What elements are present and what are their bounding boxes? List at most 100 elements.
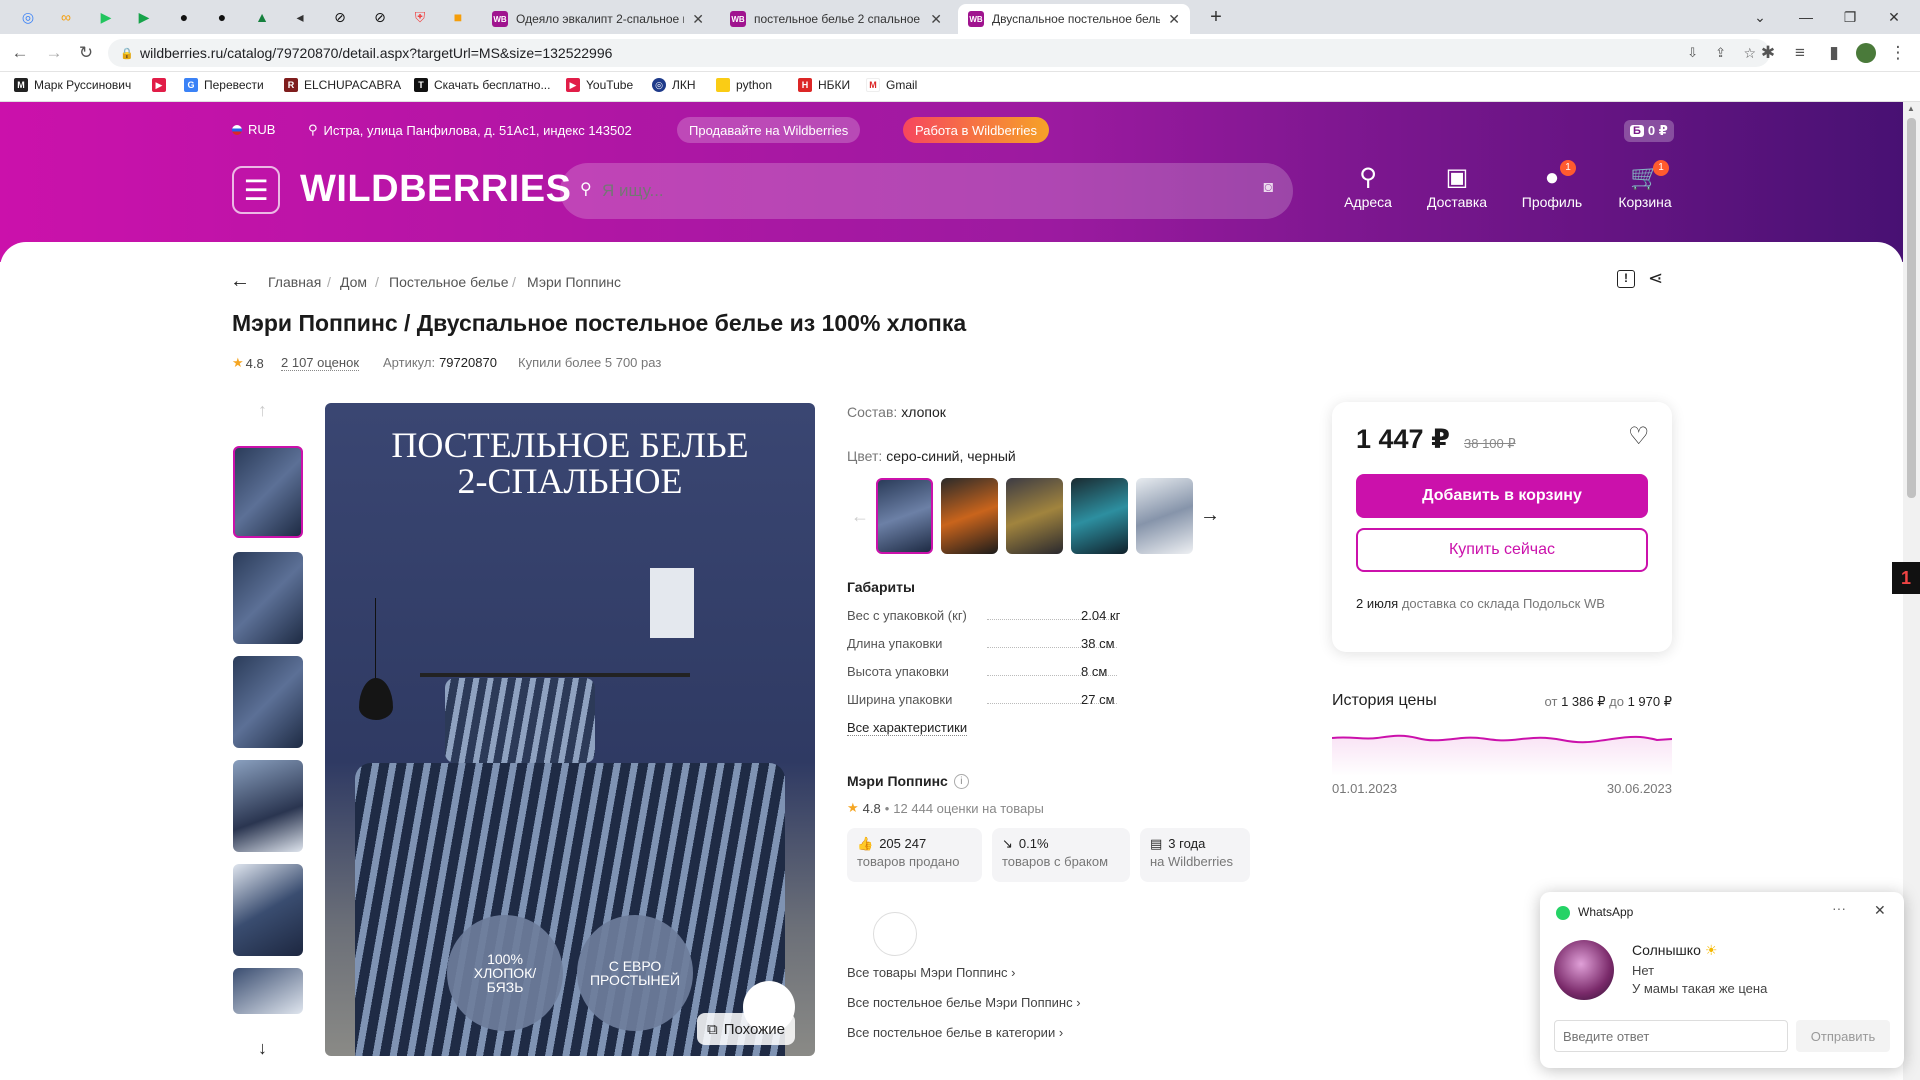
star-icon[interactable]: ☆ <box>1743 45 1756 62</box>
product-thumbnail[interactable] <box>233 760 303 852</box>
product-thumbnail[interactable] <box>233 446 303 538</box>
product-main-image[interactable]: ПОСТЕЛЬНОЕ БЕЛЬЕ 2-СПАЛЬНОЕ 100% ХЛОПОК/… <box>325 403 815 1056</box>
search-box[interactable]: ⚲ ◙ <box>560 163 1293 219</box>
nav-delivery[interactable]: ▣ Доставка <box>1417 162 1497 210</box>
maximize-icon[interactable]: ❐ <box>1836 4 1864 30</box>
back-arrow-icon[interactable]: ← <box>230 270 250 293</box>
reply-input[interactable] <box>1554 1020 1788 1052</box>
search-input[interactable] <box>602 175 1222 207</box>
thumbs-down-arrow-icon[interactable]: ↓ <box>258 1038 267 1059</box>
scroll-up-icon[interactable]: ▲ <box>1907 104 1915 113</box>
product-thumbnail[interactable] <box>233 864 303 956</box>
install-icon[interactable]: ⇩ <box>1687 45 1698 61</box>
bookmark[interactable]: python <box>716 78 772 92</box>
bookmark[interactable]: M Марк Руссинович <box>14 78 131 92</box>
bookmark[interactable]: M Gmail <box>866 78 917 92</box>
seller-link[interactable]: Все постельное белье Мэри Поппинс › <box>847 995 1081 1010</box>
pinned-tab-icon[interactable]: ∞ <box>52 4 80 30</box>
breadcrumb-item[interactable]: Дом <box>340 274 367 290</box>
browser-tab[interactable]: WB постельное белье 2 спальное б ✕ <box>720 4 952 34</box>
color-swatch[interactable] <box>876 478 933 554</box>
seller-logo[interactable] <box>873 912 917 956</box>
forward-icon[interactable]: → <box>42 41 66 65</box>
more-icon[interactable]: ··· <box>1832 900 1846 916</box>
menu-burger-button[interactable]: ☰ <box>232 166 280 214</box>
reviews-link[interactable]: 2 107 оценок <box>281 355 359 371</box>
breadcrumb-item[interactable]: Мэри Поппинс <box>527 274 621 290</box>
new-tab-icon[interactable]: + <box>1202 4 1230 30</box>
seller-link[interactable]: Все товары Мэри Поппинс › <box>847 965 1016 980</box>
breadcrumb-item[interactable]: Постельное белье <box>389 274 509 290</box>
side-widget-icon[interactable]: 1 <box>1892 562 1920 594</box>
bookmark[interactable]: ▶ <box>152 78 166 92</box>
similar-button[interactable]: ⧉ Похожие <box>697 1013 795 1045</box>
bookmark[interactable]: Н НБКИ <box>798 78 850 92</box>
close-icon[interactable]: ✕ <box>692 11 704 28</box>
bookmark[interactable]: T Скачать бесплатно... <box>414 78 550 92</box>
pinned-tab-icon[interactable]: ◎ <box>14 4 42 30</box>
close-icon[interactable]: ✕ <box>930 11 942 28</box>
product-thumbnail[interactable] <box>233 656 303 748</box>
share-icon[interactable]: ⋖ <box>1648 268 1663 289</box>
all-specs-link[interactable]: Все характеристики <box>847 720 968 736</box>
color-swatch[interactable] <box>1136 478 1193 554</box>
delivery-address[interactable]: ⚲ Истра, улица Панфилова, д. 51Ас1, инде… <box>308 122 632 138</box>
back-icon[interactable]: ← <box>8 41 32 65</box>
thumbs-up-arrow-icon[interactable]: ↑ <box>258 400 267 421</box>
sell-on-wildberries-button[interactable]: Продавайте на Wildberries <box>677 117 861 143</box>
chevron-down-icon[interactable]: ⌄ <box>1746 4 1774 30</box>
color-prev-arrow-icon[interactable]: ← <box>851 506 869 527</box>
work-at-wildberries-button[interactable]: Работа в Wildberries <box>903 117 1050 143</box>
reading-list-icon[interactable]: ≡ <box>1788 41 1812 65</box>
nav-addresses[interactable]: ⚲ Адреса <box>1328 162 1408 210</box>
color-swatch[interactable] <box>1071 478 1128 554</box>
nav-profile[interactable]: ● 1 Профиль <box>1512 160 1592 210</box>
seller-link[interactable]: Все постельное белье в категории › <box>847 1025 1063 1040</box>
camera-icon[interactable]: ◙ <box>1263 179 1273 197</box>
pinned-tab-icon[interactable]: ■ <box>444 4 472 30</box>
drive-icon[interactable]: ▲ <box>248 4 276 30</box>
product-thumbnail[interactable] <box>233 968 303 1014</box>
shield-icon[interactable]: ⛨ <box>406 4 434 30</box>
breadcrumb-item[interactable]: Главная <box>268 274 321 290</box>
price-history-chart[interactable] <box>1332 726 1672 776</box>
browser-tab[interactable]: WB Одеяло эвкалипт 2-спальное ве ✕ <box>482 4 714 34</box>
minimize-icon[interactable]: — <box>1792 4 1820 30</box>
pinned-tab-icon[interactable]: ▶ <box>130 4 158 30</box>
bookmark[interactable]: ▶ YouTube <box>566 78 633 92</box>
audio-tab-icon[interactable]: ◂ <box>286 4 314 30</box>
browser-tab-active[interactable]: WB Двуспальное постельное белье ✕ <box>958 4 1190 34</box>
pinned-tab-icon[interactable]: ⊘ <box>326 4 354 30</box>
pinned-tab-icon[interactable]: ⊘ <box>366 4 394 30</box>
nav-cart[interactable]: 🛒 1 Корзина <box>1605 160 1685 210</box>
extensions-icon[interactable]: ✱ <box>1756 41 1780 65</box>
github-icon[interactable]: ● <box>208 4 236 30</box>
color-swatch[interactable] <box>1006 478 1063 554</box>
color-swatch[interactable] <box>941 478 998 554</box>
product-thumbnail[interactable] <box>233 552 303 644</box>
bookmark[interactable]: R ELCHUPACABRA <box>284 78 401 92</box>
send-button[interactable]: Отправить <box>1796 1020 1890 1052</box>
reload-icon[interactable]: ↻ <box>74 41 98 65</box>
close-icon[interactable]: ✕ <box>1874 902 1886 919</box>
menu-icon[interactable]: ⋮ <box>1886 41 1910 65</box>
buy-now-button[interactable]: Купить сейчас <box>1356 528 1648 572</box>
pinned-tab-icon[interactable]: ▶ <box>92 4 120 30</box>
avatar[interactable] <box>1854 41 1878 65</box>
scrollbar-thumb[interactable] <box>1907 118 1916 498</box>
bookmark[interactable]: G Перевести <box>184 78 264 92</box>
add-to-cart-button[interactable]: Добавить в корзину <box>1356 474 1648 518</box>
heart-icon[interactable]: ♡ <box>1628 422 1650 451</box>
share-icon[interactable]: ⇪ <box>1715 45 1726 61</box>
github-icon[interactable]: ● <box>170 4 198 30</box>
side-panel-icon[interactable]: ▮ <box>1822 41 1846 65</box>
seller-name[interactable]: Мэри Поппинс i <box>847 773 969 789</box>
close-window-icon[interactable]: ✕ <box>1880 4 1908 30</box>
wildberries-logo[interactable]: WILDBERRIES <box>300 168 572 211</box>
balance-badge[interactable]: Б 0 ₽ <box>1624 120 1674 142</box>
close-icon[interactable]: ✕ <box>1168 11 1180 28</box>
color-next-arrow-icon[interactable]: → <box>1200 504 1220 527</box>
currency-selector[interactable]: RUB <box>232 122 275 137</box>
report-icon[interactable]: ! <box>1617 270 1635 288</box>
info-icon[interactable]: i <box>953 773 969 789</box>
